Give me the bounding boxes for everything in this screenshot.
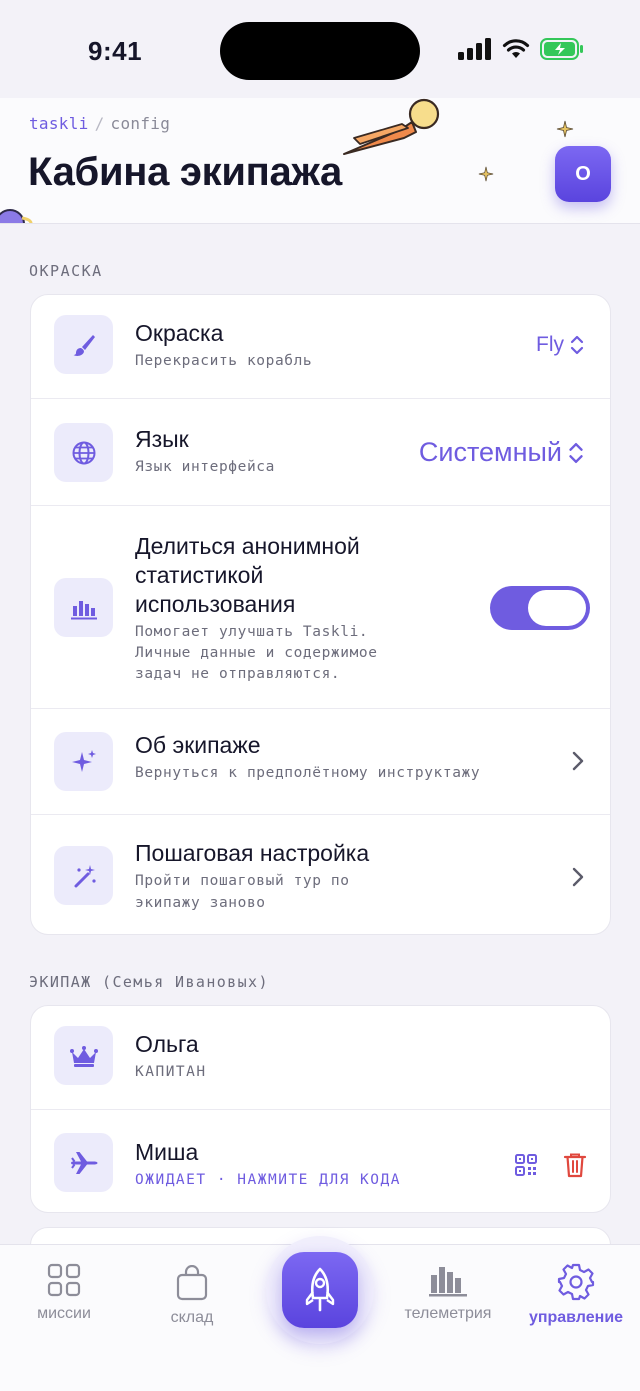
tab-label: склад	[170, 1309, 214, 1326]
crew-member-row[interactable]: Миша ОЖИДАЕТ · НАЖМИТЕ ДЛЯ КОДА	[31, 1109, 610, 1212]
tab-label: телеметрия	[404, 1305, 492, 1322]
setting-row-theme[interactable]: Окраска Перекрасить корабль Fly	[31, 295, 610, 398]
profile-avatar-button[interactable]: О	[555, 146, 611, 202]
launch-rocket-button[interactable]	[282, 1252, 358, 1328]
page-title: Кабина экипажа	[28, 150, 342, 194]
tab-missions[interactable]: миссии	[0, 1263, 128, 1323]
status-bar: 9:41	[0, 0, 640, 98]
tab-control[interactable]: управление	[512, 1263, 640, 1327]
crew-member-role: КАПИТАН	[135, 1064, 207, 1080]
page-header: taskli / config Кабина экипажа О	[0, 98, 640, 224]
theme-select[interactable]: Fly	[536, 333, 584, 357]
chevron-right-icon	[572, 751, 584, 771]
breadcrumb-separator: /	[94, 114, 105, 133]
breadcrumb-root[interactable]: taskli	[29, 114, 89, 133]
crown-icon	[54, 1026, 113, 1085]
crew-card: Ольга КАПИТАН Миша ОЖИДАЕТ · НАЖМИТЕ ДЛЯ…	[30, 1005, 611, 1213]
setting-title-line: Делиться анонимной	[135, 533, 360, 559]
magic-wand-icon	[54, 846, 113, 905]
setting-row-onboarding[interactable]: Пошаговая настройка Пройти пошаговый тур…	[31, 814, 610, 934]
language-value: Системный	[418, 437, 562, 467]
bag-icon	[176, 1265, 208, 1301]
tab-storage[interactable]: склад	[128, 1265, 256, 1327]
sparkle-icon	[54, 732, 113, 791]
crew-member-row[interactable]: Ольга КАПИТАН	[31, 1006, 610, 1109]
setting-title: Язык	[135, 426, 189, 452]
setting-subtitle-line: экипажу заново	[135, 895, 266, 911]
dynamic-island	[220, 22, 420, 80]
updown-chevron-icon	[570, 335, 584, 355]
setting-subtitle-line: задач не отправляются.	[135, 666, 341, 682]
setting-row-analytics: Делиться анонимной статистикой использов…	[31, 505, 610, 708]
comet-illustration	[343, 98, 440, 155]
crew-member-status[interactable]: ОЖИДАЕТ · НАЖМИТЕ ДЛЯ КОДА	[135, 1170, 401, 1191]
settings-card: Окраска Перекрасить корабль Fly Язык Язы…	[30, 294, 611, 935]
theme-value: Fly	[536, 333, 564, 356]
trash-icon[interactable]	[563, 1152, 587, 1178]
crew-member-name: Миша	[135, 1139, 199, 1165]
brush-icon	[54, 315, 113, 374]
analytics-toggle[interactable]	[490, 586, 590, 630]
globe-icon	[54, 423, 113, 482]
grid-icon	[47, 1263, 81, 1297]
section-label-crew: ЭКИПАЖ (Семья Ивановых)	[29, 973, 269, 991]
breadcrumb-current: config	[110, 114, 171, 133]
setting-title-line: использования	[135, 591, 296, 617]
setting-subtitle-line: Личные данные и содержимое	[135, 645, 378, 661]
battery-icon	[540, 38, 583, 60]
setting-subtitle-line: Помогает улучшать Taskli.	[135, 624, 369, 640]
status-time: 9:41	[88, 36, 143, 66]
toggle-knob	[528, 590, 586, 626]
setting-title: Окраска	[135, 320, 224, 346]
rocket-icon	[305, 1267, 335, 1312]
wifi-icon	[502, 39, 530, 58]
setting-title: Об экипаже	[135, 732, 261, 758]
setting-title: Пошаговая настройка	[135, 840, 370, 866]
setting-row-about-crew[interactable]: Об экипаже Вернуться к предполётному инс…	[31, 708, 610, 814]
status-icons	[458, 38, 584, 60]
chevron-right-icon	[572, 867, 584, 887]
tab-label: миссии	[37, 1305, 91, 1322]
tab-telemetry[interactable]: телеметрия	[384, 1263, 512, 1323]
qr-code-icon[interactable]	[515, 1154, 537, 1176]
star-icon	[478, 166, 494, 182]
setting-subtitle: Вернуться к предполётному инструктажу	[135, 765, 481, 781]
setting-subtitle: Язык интерфейса	[135, 459, 275, 475]
breadcrumb: taskli / config	[29, 114, 170, 133]
setting-row-language[interactable]: Язык Язык интерфейса Системный	[31, 398, 610, 505]
setting-subtitle: Перекрасить корабль	[135, 353, 313, 369]
plane-icon	[54, 1133, 113, 1192]
star-icon	[556, 120, 574, 138]
planet-illustration	[0, 209, 33, 223]
signal-icon	[458, 38, 491, 60]
crew-member-name: Ольга	[135, 1031, 199, 1057]
bars-icon	[429, 1267, 467, 1297]
setting-subtitle-line: Пройти пошаговый тур по	[135, 873, 350, 889]
language-select[interactable]: Системный	[419, 437, 584, 468]
updown-chevron-icon	[569, 442, 583, 463]
chart-icon	[54, 578, 113, 637]
setting-title-line: статистикой	[135, 562, 264, 588]
gear-icon	[557, 1263, 595, 1301]
tab-label: управление	[528, 1309, 624, 1326]
section-label-appearance: ОКРАСКА	[29, 262, 103, 280]
